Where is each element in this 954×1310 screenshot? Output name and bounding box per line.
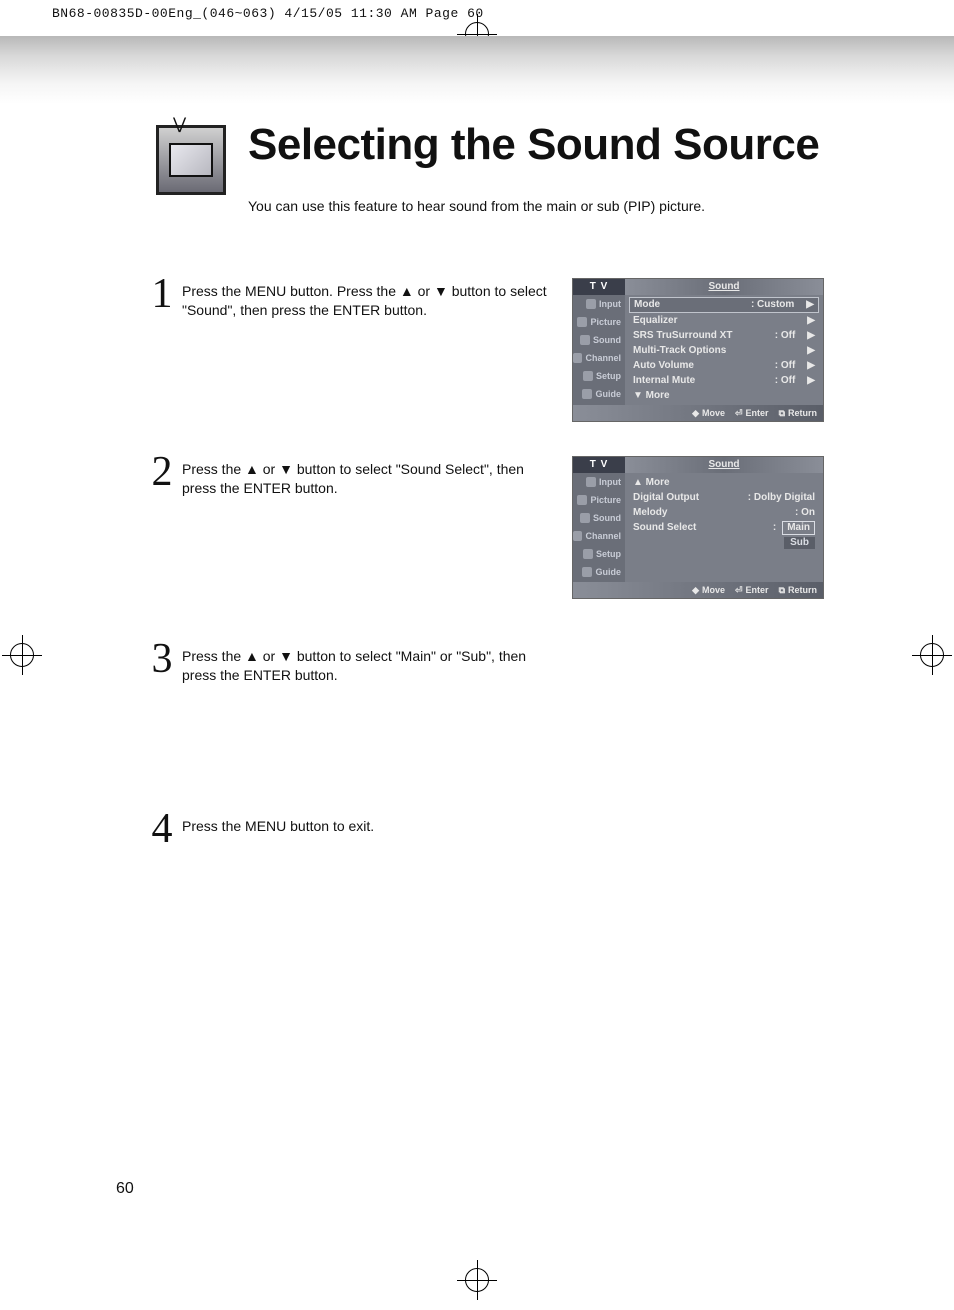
osd-title: Sound [625,457,823,473]
print-header: BN68-00835D-00Eng_(046~063) 4/15/05 11:3… [52,6,484,21]
osd-tv-label: T V [573,279,625,295]
tv-screen-icon [169,143,213,177]
step-number: 1 [146,278,178,312]
step-number: 3 [146,643,178,677]
updown-icon: ◆ [692,408,699,419]
osd-row: Digital Output: Dolby Digital [629,490,819,505]
sound-select-main: Main [782,521,815,535]
sound-select-sub: Sub [784,537,815,549]
osd-footer: ◆Move ⏎Enter ⧉Return [573,405,823,421]
osd-row [629,550,819,565]
osd-row: Sound Select:Main [629,520,819,535]
step-text: Press the MENU button to exit. [182,813,552,836]
step-text: Press the ▲ or ▼ button to select "Sound… [182,456,552,498]
osd-row: Sub [629,535,819,550]
updown-icon: ◆ [692,585,699,596]
osd-row: Melody: On [629,505,819,520]
osd-side-item: Guide [573,385,625,403]
osd-side-item: Input [573,295,625,313]
step-number: 2 [146,456,178,490]
osd-screenshot-1: T V Sound Input Picture Sound Channel Se… [572,278,824,422]
step-text: Press the MENU button. Press the ▲ or ▼ … [182,278,552,320]
step-number: 4 [146,813,178,847]
page-number: 60 [116,1180,134,1198]
step-text: Press the ▲ or ▼ button to select "Main"… [182,643,552,685]
enter-icon: ⏎ [735,408,743,419]
osd-row: SRS TruSurround XT: Off▶ [629,328,819,343]
osd-side-item: Picture [573,491,625,509]
osd-side-item: Sound [573,331,625,349]
antenna-icon: ⋁ [173,114,186,134]
crop-mark-bottom [457,1260,497,1300]
osd-row: ▲ More [629,475,819,490]
osd-row: Equalizer▶ [629,313,819,328]
osd-row: ▼ More [629,388,819,403]
osd-screenshot-2: T V Sound Input Picture Sound Channel Se… [572,456,824,599]
osd-side-item: Setup [573,367,625,385]
osd-side-item: Guide [573,563,625,581]
osd-side-item: Input [573,473,625,491]
osd-row: Internal Mute: Off▶ [629,373,819,388]
osd-footer: ◆Move ⏎Enter ⧉Return [573,582,823,598]
osd-row [629,565,819,580]
osd-side-item: Channel [573,349,625,367]
osd-row: Mode: Custom▶ [629,297,819,313]
crop-mark-left [2,635,42,675]
header-gradient [0,36,954,104]
page-title: Selecting the Sound Source [248,120,819,170]
return-icon: ⧉ [779,408,785,419]
osd-side-item: Sound [573,509,625,527]
page-subtitle: You can use this feature to hear sound f… [248,198,705,214]
osd-side-item: Channel [573,527,625,545]
tv-icon: ⋁ [156,125,226,195]
osd-title: Sound [625,279,823,295]
return-icon: ⧉ [779,585,785,596]
osd-side-item: Picture [573,313,625,331]
enter-icon: ⏎ [735,585,743,596]
osd-side-item: Setup [573,545,625,563]
osd-row: Auto Volume: Off▶ [629,358,819,373]
osd-tv-label: T V [573,457,625,473]
crop-mark-right [912,635,952,675]
osd-row: Multi-Track Options▶ [629,343,819,358]
